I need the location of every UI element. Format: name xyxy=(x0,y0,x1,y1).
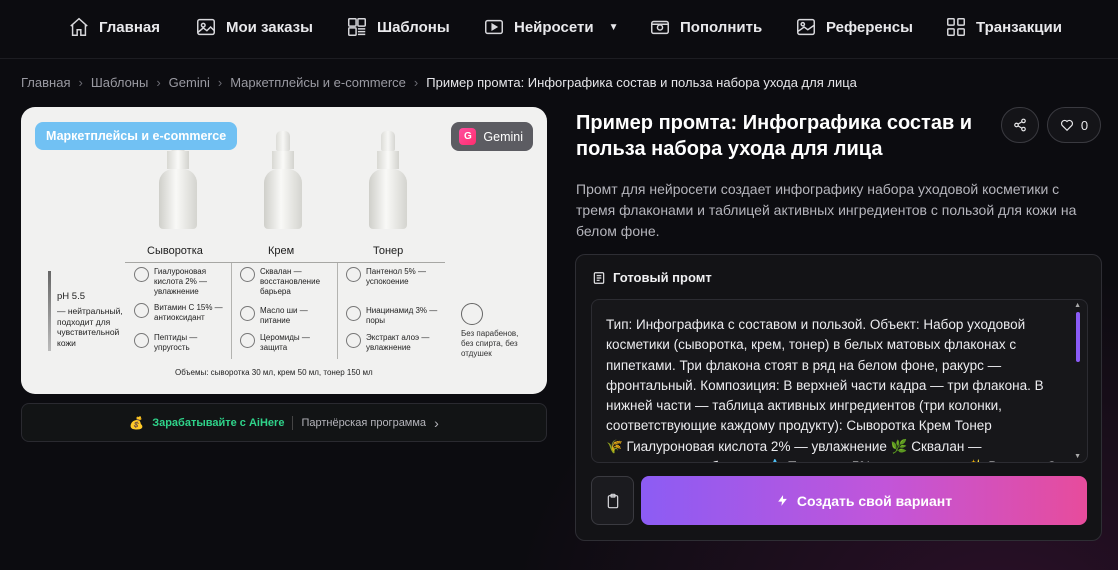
nav-label: Референсы xyxy=(826,18,913,36)
breadcrumb-separator: › xyxy=(217,75,223,90)
breadcrumb-category[interactable]: Маркетплейсы и e-commerce xyxy=(230,75,406,90)
like-button[interactable]: 0 xyxy=(1047,107,1101,143)
ph-info: pH 5.5 — нейтральный, подходит для чувст… xyxy=(57,291,125,348)
table-divider xyxy=(337,263,338,359)
nav-item-templates[interactable]: Шаблоны xyxy=(346,16,450,38)
layers-icon xyxy=(240,306,255,321)
share-button[interactable] xyxy=(1001,107,1039,143)
scrollbar-thumb[interactable] xyxy=(1076,312,1080,362)
partner-banner[interactable]: 💰 Зарабатывайте с AiHere Партнёрская про… xyxy=(21,403,547,442)
bolt-icon xyxy=(778,495,787,506)
like-count: 0 xyxy=(1080,117,1089,133)
column-header: Крем xyxy=(268,245,295,257)
breadcrumb-separator: › xyxy=(78,75,83,90)
feather-icon xyxy=(240,267,255,282)
bolt-icon xyxy=(134,333,149,348)
create-variant-button[interactable]: Создать свой вариант xyxy=(641,476,1087,525)
volumes-text: Объемы: сыворотка 30 мл, крем 50 мл, тон… xyxy=(175,368,373,377)
nav-label: Шаблоны xyxy=(377,18,450,36)
create-label: Создать свой вариант xyxy=(796,492,953,509)
scroll-up-icon[interactable]: ▲ xyxy=(1074,302,1081,309)
divider xyxy=(292,415,294,430)
ingredient-cell: Экстракт алоэ — увлажнение xyxy=(346,333,441,353)
ph-title: pH 5.5 xyxy=(57,291,85,302)
ingredient-cell: Масло ши — питание xyxy=(240,306,335,326)
ph-bar xyxy=(48,271,51,351)
nav-label: Мои заказы xyxy=(226,18,313,36)
top-nav: Главная Мои заказы Шаблоны Нейросети ▼ П… xyxy=(0,0,1118,58)
column-header: Тонер xyxy=(373,245,404,257)
money-bag-icon: 💰 xyxy=(129,415,145,430)
share-icon xyxy=(1014,118,1026,132)
no-symbol-icon xyxy=(461,303,483,325)
program-label: Партнёрская программа xyxy=(301,416,427,429)
nav-item-neural[interactable]: Нейросети ▼ xyxy=(483,16,618,38)
preview-image[interactable]: Сыворотка Крем Тонер Гиалуроновая кислот… xyxy=(21,107,547,394)
description: Промт для нейросети создает инфографику … xyxy=(576,181,1077,239)
nav-item-topup[interactable]: Пополнить xyxy=(649,16,762,38)
leaf-icon xyxy=(134,267,149,282)
flower-icon xyxy=(346,306,361,321)
prompt-textarea[interactable]: Тип: Инфографика с составом и пользой. О… xyxy=(591,299,1088,463)
page-title: Пример промта: Инфографика состав и поль… xyxy=(576,112,973,160)
breadcrumb-home[interactable]: Главная xyxy=(21,75,70,90)
column-header: Сыворотка xyxy=(147,245,203,257)
earn-label: Зарабатывайте с AiHere xyxy=(152,416,285,429)
nav-item-references[interactable]: Референсы xyxy=(795,16,913,38)
model-tag-label: Gemini xyxy=(483,129,523,144)
nav-item-home[interactable]: Главная xyxy=(68,16,160,38)
ph-text: — нейтральный, подходит для чувствительн… xyxy=(57,305,123,348)
play-icon xyxy=(483,16,505,38)
nav-label: Главная xyxy=(99,18,161,36)
capsule-icon xyxy=(240,333,255,348)
breadcrumb-current: Пример промта: Инфографика состав и поль… xyxy=(426,75,857,90)
ingredient-cell: Пантенол 5% — успокоение xyxy=(346,267,441,287)
clipboard-icon xyxy=(607,493,618,508)
picture-icon xyxy=(795,16,817,38)
gemini-logo-icon: G xyxy=(459,128,477,145)
nav-label: Транзакции xyxy=(976,18,1062,36)
ingredient-cell: Церомиды — защита xyxy=(240,333,335,353)
nav-label: Пополнить xyxy=(680,18,763,36)
prompt-text: Тип: Инфографика с составом и пользой. О… xyxy=(606,317,1056,462)
table-divider xyxy=(125,262,445,263)
ingredient-cell: Витамин С 15% — антиоксидант xyxy=(134,303,229,323)
breadcrumb-separator: › xyxy=(413,75,419,90)
home-icon xyxy=(68,16,90,38)
ingredient-cell: Гиалуроновая кислота 2% — увлажнение xyxy=(134,267,229,297)
chevron-right-icon: › xyxy=(434,414,439,431)
breadcrumb-separator: › xyxy=(156,75,161,90)
wallet-icon xyxy=(649,16,671,38)
chevron-down-icon: ▼ xyxy=(608,21,619,33)
nav-label: Нейросети xyxy=(514,18,594,36)
nav-item-orders[interactable]: Мои заказы xyxy=(195,16,313,38)
nav-item-transactions[interactable]: Транзакции xyxy=(945,16,1062,38)
breadcrumb: Главная › Шаблоны › Gemini › Маркетплейс… xyxy=(21,75,857,90)
image-icon xyxy=(195,16,217,38)
prompt-header: Готовый промт xyxy=(592,270,712,285)
copy-button[interactable] xyxy=(591,476,634,525)
templates-icon xyxy=(346,16,368,38)
sparkle-icon xyxy=(134,303,149,318)
ingredient-cell: Пептиды — упругость xyxy=(134,333,229,353)
prompt-header-label: Готовый промт xyxy=(613,270,712,285)
category-tag[interactable]: Маркетплейсы и e-commerce xyxy=(35,122,238,150)
free-from-note: Без парабенов, без спирта, без отдушек xyxy=(461,303,521,359)
document-icon xyxy=(593,271,605,284)
grid-icon xyxy=(945,16,967,38)
table-divider xyxy=(231,263,232,359)
nav-divider xyxy=(0,58,1118,59)
breadcrumb-templates[interactable]: Шаблоны xyxy=(91,75,149,90)
aloe-icon xyxy=(346,333,361,348)
drop-icon xyxy=(346,267,361,282)
breadcrumb-gemini[interactable]: Gemini xyxy=(169,75,210,90)
scroll-down-icon[interactable]: ▼ xyxy=(1074,453,1081,460)
model-tag[interactable]: G Gemini xyxy=(451,122,533,151)
ingredient-cell: Сквалан — восстановление барьера xyxy=(240,267,335,297)
ingredient-cell: Ниацинамид 3% — поры xyxy=(346,306,441,326)
heart-icon xyxy=(1060,119,1073,132)
prompt-panel: Готовый промт Тип: Инфографика с составо… xyxy=(575,254,1102,541)
